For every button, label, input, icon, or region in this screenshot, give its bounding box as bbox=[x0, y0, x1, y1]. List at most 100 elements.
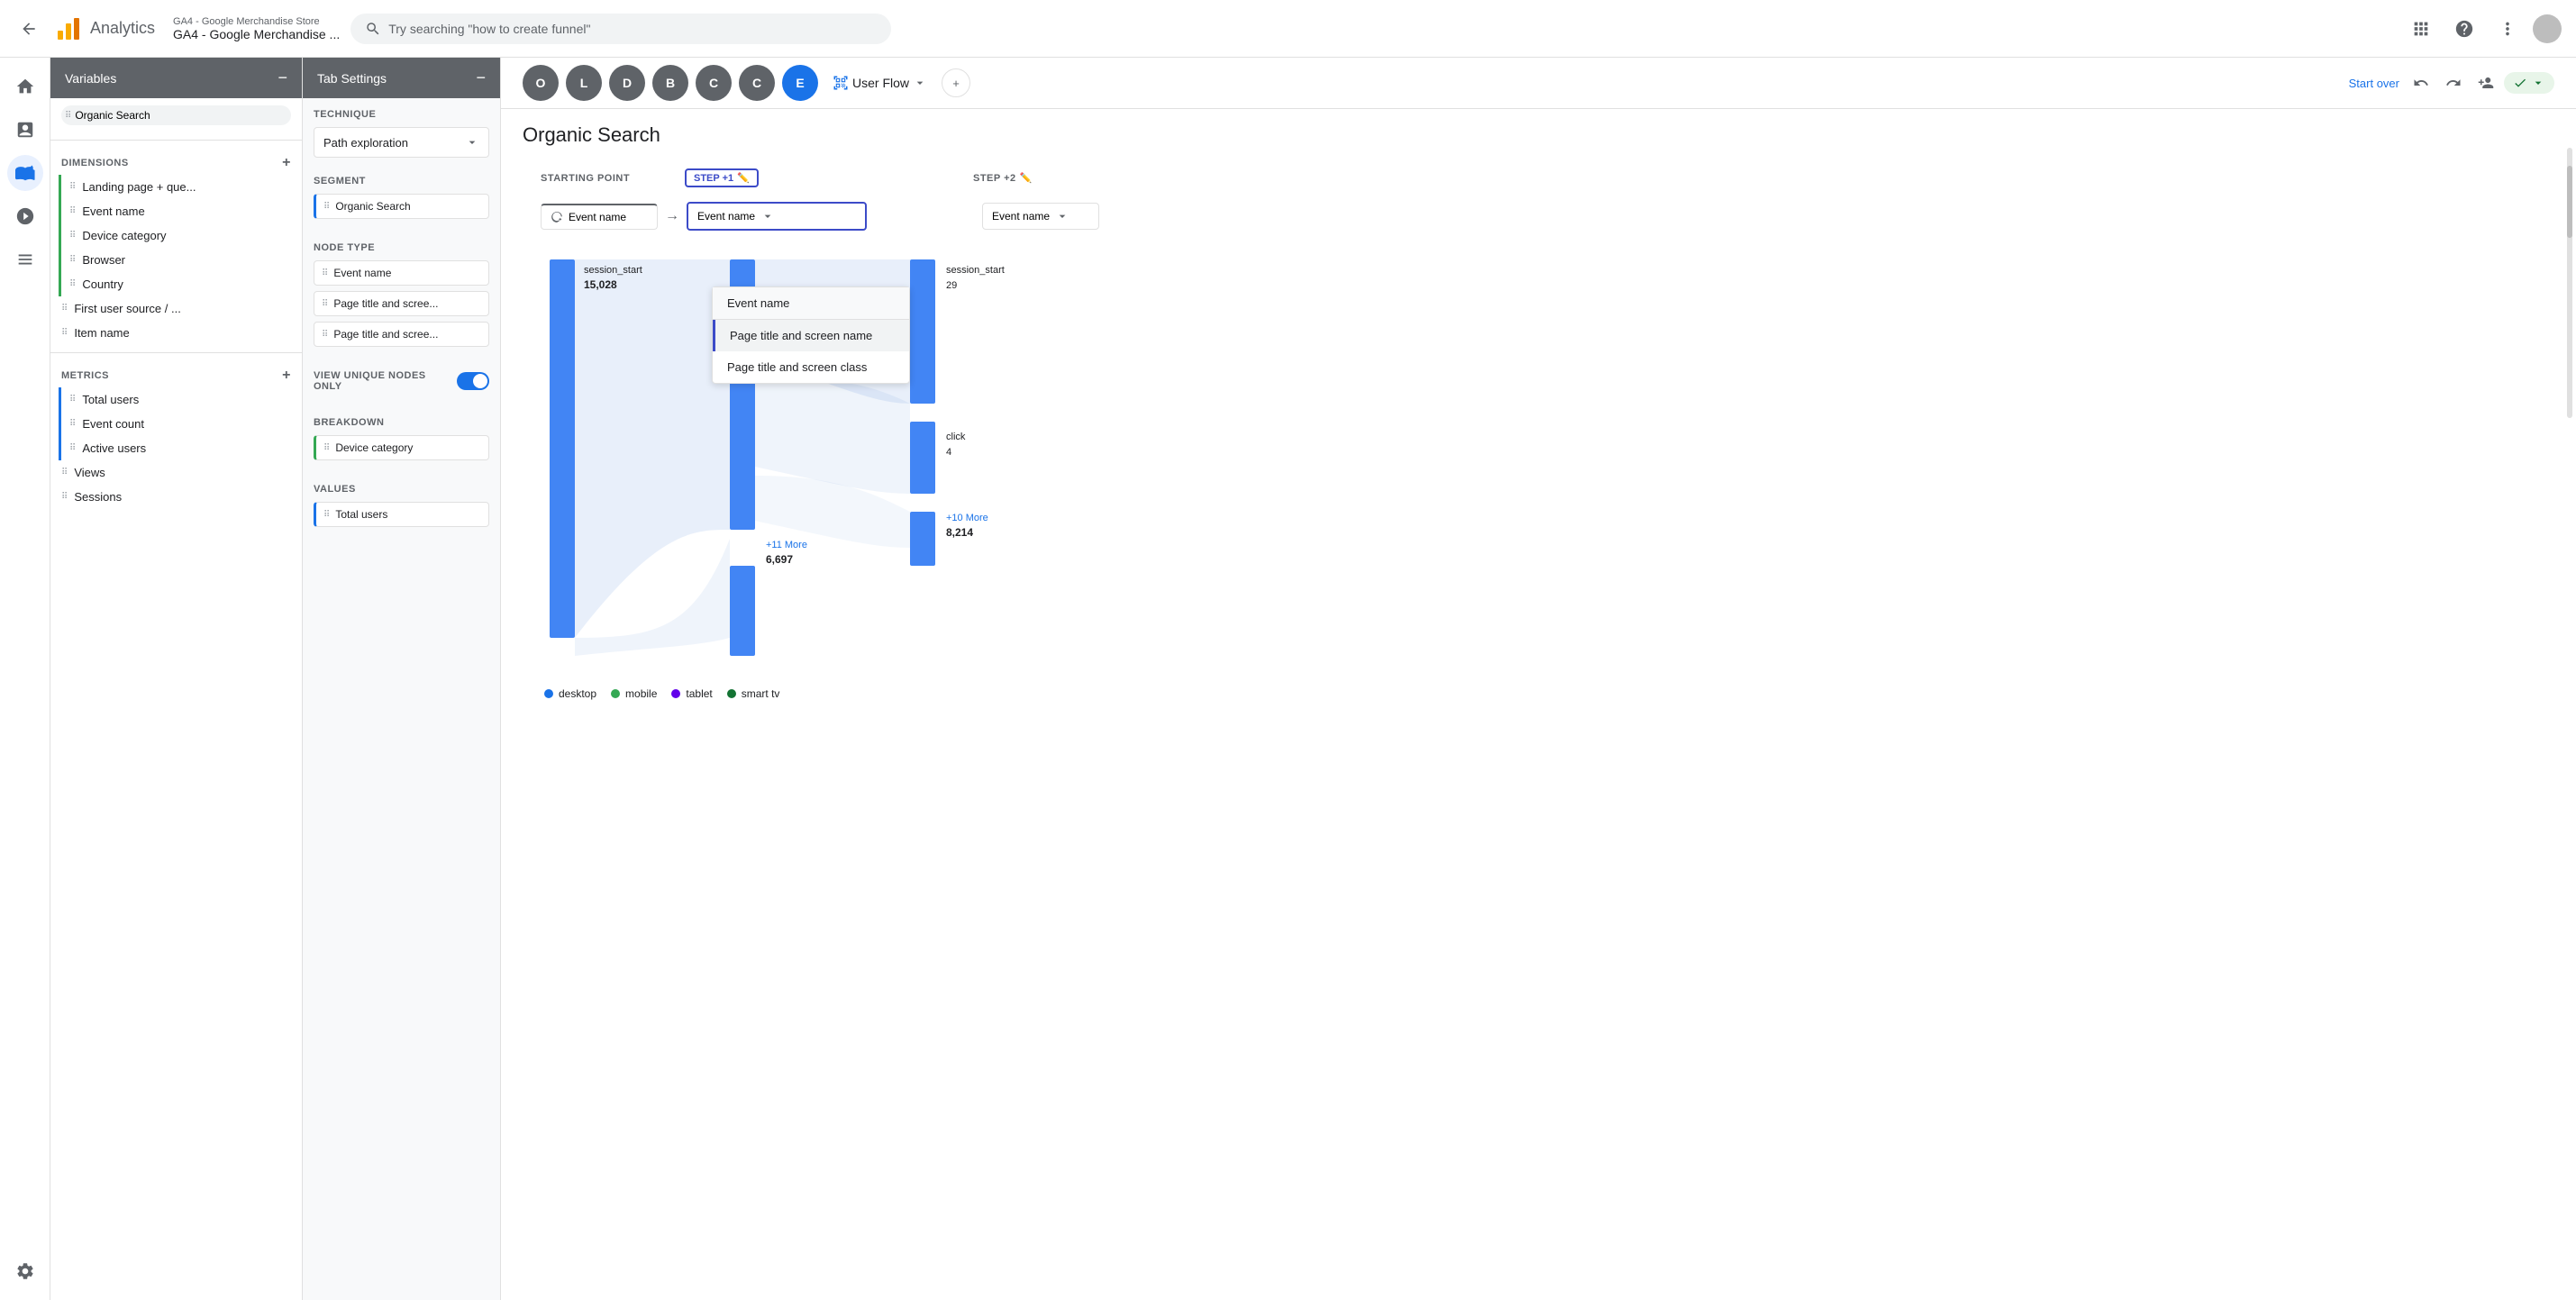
dimension-item-country[interactable]: ⠿ Country bbox=[59, 272, 302, 296]
tab-settings-title: Tab Settings bbox=[317, 71, 387, 86]
breakdown-section: BREAKDOWN ⠿ Device category bbox=[303, 406, 500, 473]
metric-item-views[interactable]: ⠿ Views bbox=[50, 460, 302, 485]
nav-reports[interactable] bbox=[7, 112, 43, 148]
flow-path-4 bbox=[755, 377, 910, 494]
circle-b[interactable]: B bbox=[652, 65, 688, 101]
nav-settings[interactable] bbox=[7, 1253, 43, 1289]
dimension-item-source[interactable]: ⠿ First user source / ... bbox=[50, 296, 302, 321]
session-start-text: session_start bbox=[584, 265, 642, 276]
node-type-page1[interactable]: ⠿ Page title and scree... bbox=[314, 291, 489, 316]
step1-wrapper: STEP +1 ✏️ bbox=[685, 168, 865, 187]
user-avatar[interactable] bbox=[2533, 14, 2562, 43]
step2-label1: session_start bbox=[946, 265, 1005, 276]
segment-label: SEGMENT bbox=[314, 176, 489, 186]
dropdown-header: Event name bbox=[713, 287, 909, 320]
nav-home[interactable] bbox=[7, 68, 43, 105]
legend-tablet-label: tablet bbox=[686, 687, 712, 700]
metric-item-sessions[interactable]: ⠿ Sessions bbox=[50, 485, 302, 509]
scrollbar-track bbox=[2567, 148, 2572, 418]
step1-edit-icon[interactable]: ✏️ bbox=[737, 172, 750, 184]
user-flow-select[interactable]: User Flow bbox=[825, 69, 934, 96]
add-metric[interactable]: + bbox=[282, 368, 291, 384]
circle-l[interactable]: L bbox=[566, 65, 602, 101]
node-type-page2[interactable]: ⠿ Page title and scree... bbox=[314, 322, 489, 347]
step1-more-link[interactable]: +11 More bbox=[766, 540, 807, 550]
dropdown-item-screen-class[interactable]: Page title and screen class bbox=[713, 351, 909, 383]
step2-more-link[interactable]: +10 More bbox=[946, 513, 988, 523]
view-unique-label: VIEW UNIQUE NODES bbox=[314, 370, 426, 381]
step2-event-label: Event name bbox=[992, 210, 1050, 223]
circle-e[interactable]: E bbox=[782, 65, 818, 101]
dimension-item-item[interactable]: ⠿ Item name bbox=[50, 321, 302, 345]
breakdown-value-item[interactable]: ⠿ Device category bbox=[314, 435, 489, 460]
values-value-item[interactable]: ⠿ Total users bbox=[314, 502, 489, 527]
legend-smarttv: smart tv bbox=[727, 687, 780, 700]
step1-dropdown[interactable]: Event name bbox=[687, 202, 867, 231]
step2-dropdown[interactable]: Event name bbox=[982, 203, 1099, 230]
start-over-button[interactable]: Start over bbox=[2349, 77, 2399, 90]
add-tab-button[interactable]: + bbox=[942, 68, 970, 97]
top-bar: Analytics GA4 - Google Merchandise Store… bbox=[0, 0, 2576, 58]
start-node-bar bbox=[550, 259, 575, 638]
undo-button[interactable] bbox=[2407, 68, 2435, 97]
segment-chip[interactable]: ⠿ Organic Search bbox=[61, 105, 291, 125]
analytics-label: Analytics bbox=[90, 19, 155, 38]
add-dimension[interactable]: + bbox=[282, 155, 291, 171]
nav-configure[interactable] bbox=[7, 241, 43, 277]
node-type-page2-label: Page title and scree... bbox=[333, 328, 438, 341]
help-button[interactable] bbox=[2446, 11, 2482, 47]
metric-item-activeusers[interactable]: ⠿ Active users bbox=[59, 436, 302, 460]
dropdown-item-screen-name[interactable]: Page title and screen name bbox=[713, 320, 909, 351]
values-label: VALUES bbox=[314, 484, 489, 495]
apps-button[interactable] bbox=[2403, 11, 2439, 47]
metrics-section-label: METRICS + bbox=[50, 360, 302, 387]
view-unique-toggle[interactable] bbox=[457, 372, 489, 390]
view-unique-sub: ONLY bbox=[314, 381, 426, 392]
values-section: VALUES ⠿ Total users bbox=[303, 473, 500, 540]
add-user-button[interactable] bbox=[2471, 68, 2500, 97]
legend-desktop-label: desktop bbox=[559, 687, 596, 700]
variables-title: Variables bbox=[65, 71, 116, 86]
metric-item-eventcount[interactable]: ⠿ Event count bbox=[59, 412, 302, 436]
legend-mobile: mobile bbox=[611, 687, 657, 700]
tab-settings-collapse[interactable]: − bbox=[476, 68, 486, 87]
search-bar[interactable]: Try searching "how to create funnel" bbox=[350, 14, 891, 44]
step2-mid-bar bbox=[910, 422, 935, 494]
legend-tablet: tablet bbox=[671, 687, 712, 700]
dimension-item-landing[interactable]: ⠿ Landing page + que... bbox=[59, 175, 302, 199]
circle-row: O L D B C C E User Flow + Start over bbox=[501, 58, 2576, 109]
nav-explore[interactable] bbox=[7, 155, 43, 191]
circle-d[interactable]: D bbox=[609, 65, 645, 101]
step2-edit-icon[interactable]: ✏️ bbox=[1020, 172, 1033, 184]
node-type-section: NODE TYPE ⠿ Event name ⠿ Page title and … bbox=[303, 232, 500, 359]
circle-c1[interactable]: C bbox=[696, 65, 732, 101]
nav-advertising[interactable] bbox=[7, 198, 43, 234]
node-type-event[interactable]: ⠿ Event name bbox=[314, 260, 489, 286]
starting-point-dropdown[interactable]: Event name bbox=[541, 204, 658, 230]
step2-wrapper: STEP +2 ✏️ bbox=[865, 172, 1045, 184]
step2-label2: click bbox=[946, 432, 966, 442]
back-button[interactable] bbox=[14, 14, 43, 43]
variables-collapse[interactable]: − bbox=[278, 68, 287, 87]
starting-point-label: STARTING POINT bbox=[541, 173, 685, 184]
breakdown-label: BREAKDOWN bbox=[314, 417, 489, 428]
technique-value: Path exploration bbox=[323, 136, 408, 150]
more-options-button[interactable] bbox=[2490, 11, 2526, 47]
legend-tablet-dot bbox=[671, 689, 680, 698]
segment-value-item[interactable]: ⠿ Organic Search bbox=[314, 194, 489, 219]
event-name-row: Event name → Event name Event name bbox=[523, 202, 2554, 231]
node-type-event-label: Event name bbox=[333, 267, 391, 279]
legend-desktop-dot bbox=[544, 689, 553, 698]
dimension-item-device[interactable]: ⠿ Device category bbox=[59, 223, 302, 248]
redo-button[interactable] bbox=[2439, 68, 2468, 97]
circle-c2[interactable]: C bbox=[739, 65, 775, 101]
technique-select[interactable]: Path exploration bbox=[314, 127, 489, 158]
dimension-item-browser[interactable]: ⠿ Browser bbox=[59, 248, 302, 272]
scrollbar-thumb[interactable] bbox=[2567, 166, 2572, 238]
circle-o[interactable]: O bbox=[523, 65, 559, 101]
variables-panel-header: Variables − bbox=[50, 58, 302, 98]
metric-item-totalusers[interactable]: ⠿ Total users bbox=[59, 387, 302, 412]
share-button[interactable] bbox=[2504, 72, 2554, 94]
view-unique-section: VIEW UNIQUE NODES ONLY bbox=[303, 359, 500, 406]
dimension-item-event[interactable]: ⠿ Event name bbox=[59, 199, 302, 223]
